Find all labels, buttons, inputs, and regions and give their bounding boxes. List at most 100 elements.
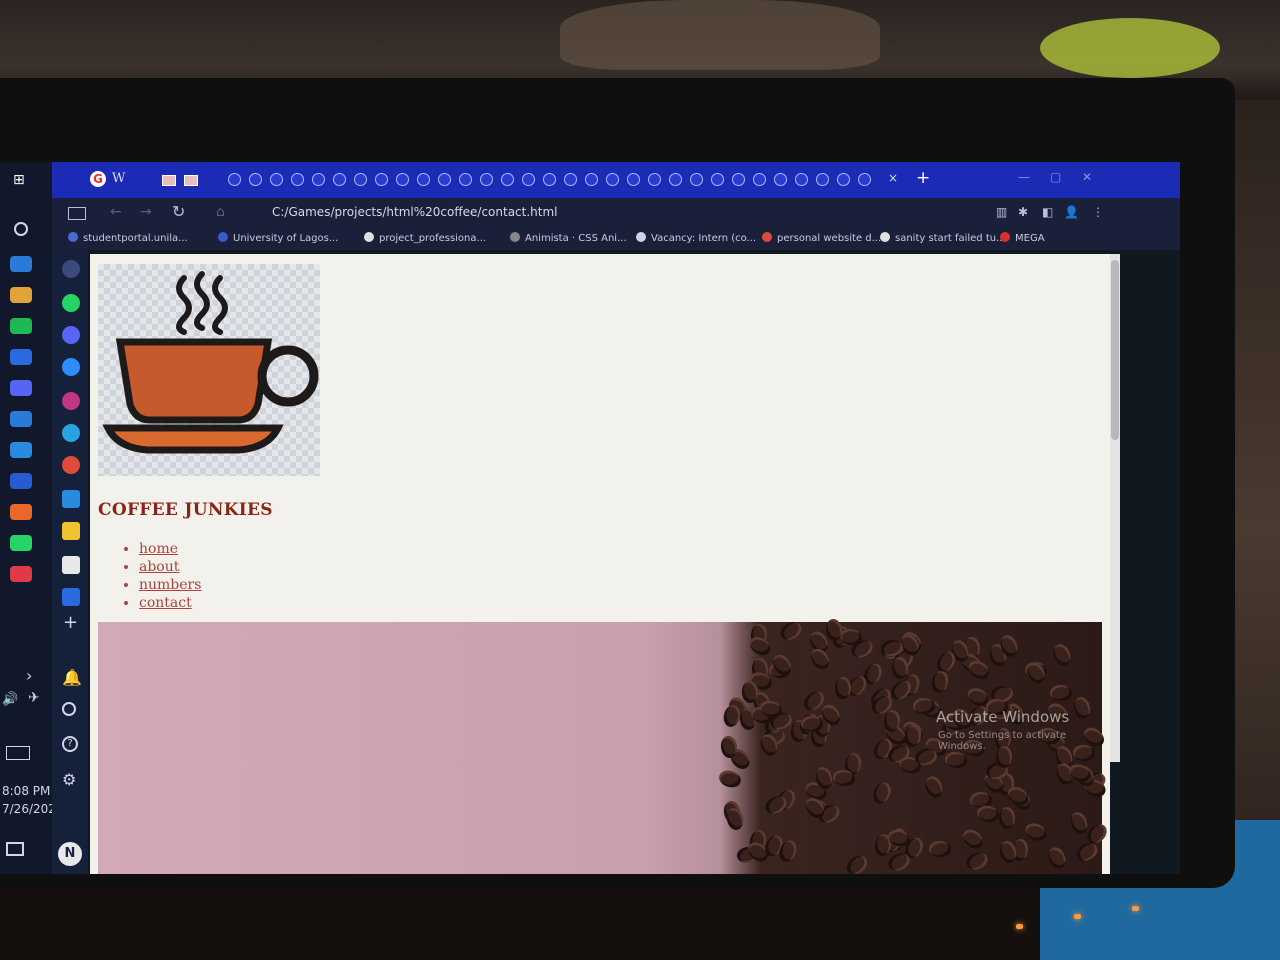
close-window-icon[interactable]: ✕ bbox=[1082, 170, 1092, 184]
chevron-up-icon[interactable]: › bbox=[26, 666, 32, 685]
back-icon[interactable]: ← bbox=[110, 204, 122, 220]
taskbar-app-vscode-icon[interactable] bbox=[10, 442, 32, 458]
taskbar-clock[interactable]: 8:08 PM bbox=[0, 784, 54, 798]
windows-start-icon[interactable]: ⊞ bbox=[13, 172, 29, 188]
tab-globe-icon[interactable] bbox=[396, 173, 409, 186]
tab-globe-icon[interactable] bbox=[753, 173, 766, 186]
tab-globe-icon[interactable] bbox=[417, 173, 430, 186]
telegram-icon[interactable] bbox=[62, 424, 80, 442]
tab-globe-icon[interactable] bbox=[732, 173, 745, 186]
tab-globe-icon[interactable] bbox=[648, 173, 661, 186]
taskbar-app-mail-icon[interactable] bbox=[10, 411, 32, 427]
instagram-icon[interactable] bbox=[62, 392, 80, 410]
reader-icon[interactable]: ▥ bbox=[996, 205, 1007, 219]
bookmark-item[interactable]: Animista · CSS Ani... bbox=[510, 232, 627, 244]
gmail-icon[interactable] bbox=[62, 456, 80, 474]
tab-globe-icon[interactable] bbox=[480, 173, 493, 186]
taskbar-app-app-s-icon[interactable] bbox=[10, 566, 32, 582]
add-app-icon[interactable]: + bbox=[63, 612, 78, 633]
sidebar-toggle-icon[interactable] bbox=[68, 207, 86, 220]
sidebar-icon[interactable]: ◧ bbox=[1042, 205, 1053, 219]
tab-globe-icon[interactable] bbox=[858, 173, 871, 186]
bookmark-item[interactable]: Vacancy: Intern (co... bbox=[636, 232, 756, 244]
tab-favicon[interactable] bbox=[184, 175, 198, 186]
tab-globe-icon[interactable] bbox=[543, 173, 556, 186]
tab-favicon[interactable] bbox=[162, 175, 176, 186]
tab-globe-icon[interactable] bbox=[774, 173, 787, 186]
tab-globe-icon[interactable] bbox=[711, 173, 724, 186]
bell-icon[interactable]: 🔔 bbox=[62, 668, 82, 687]
maximize-icon[interactable]: ▢ bbox=[1050, 170, 1061, 184]
tab-globe-icon[interactable] bbox=[312, 173, 325, 186]
tab-globe-icon[interactable] bbox=[522, 173, 535, 186]
taskbar-app-discord-icon[interactable] bbox=[10, 380, 32, 396]
scrollbar-thumb[interactable] bbox=[1111, 260, 1119, 440]
zoom-icon[interactable] bbox=[62, 358, 80, 376]
tab-globe-icon[interactable] bbox=[291, 173, 304, 186]
discord-icon[interactable] bbox=[62, 326, 80, 344]
page-scrollbar[interactable] bbox=[1110, 254, 1120, 762]
tab-close-icon[interactable]: × bbox=[888, 171, 898, 185]
tab-globe-icon[interactable] bbox=[816, 173, 829, 186]
tab-globe-icon[interactable] bbox=[669, 173, 682, 186]
tab-globe-icon[interactable] bbox=[270, 173, 283, 186]
tab-globe-icon[interactable] bbox=[690, 173, 703, 186]
tab-globe-icon[interactable] bbox=[249, 173, 262, 186]
drive-icon[interactable] bbox=[62, 522, 80, 540]
menu-icon[interactable]: ⋮ bbox=[1092, 205, 1104, 219]
notification-icon[interactable] bbox=[6, 842, 24, 856]
extensions-icon[interactable]: ✱ bbox=[1018, 205, 1028, 219]
volume-icon[interactable]: 🔊 bbox=[2, 692, 18, 707]
forward-icon[interactable]: → bbox=[140, 204, 152, 220]
home-icon[interactable]: ⌂ bbox=[216, 204, 225, 220]
bookmark-item[interactable]: MEGA bbox=[1000, 232, 1045, 244]
taskbar-app-todo-icon[interactable] bbox=[10, 349, 32, 365]
whatsapp-icon[interactable] bbox=[62, 294, 80, 312]
tab-globe-icon[interactable] bbox=[564, 173, 577, 186]
calendar-icon[interactable] bbox=[62, 490, 80, 508]
gear-icon[interactable]: ⚙ bbox=[62, 770, 76, 789]
bookmark-item[interactable]: personal website d... bbox=[762, 232, 881, 244]
keyboard-icon[interactable] bbox=[6, 746, 30, 760]
tab-globe-icon[interactable] bbox=[837, 173, 850, 186]
taskbar-app-edge-icon[interactable] bbox=[10, 256, 32, 272]
tab-globe-icon[interactable] bbox=[627, 173, 640, 186]
account-icon[interactable]: 👤 bbox=[1064, 205, 1079, 219]
tab-globe-icon[interactable] bbox=[585, 173, 598, 186]
profile-avatar[interactable]: N bbox=[58, 842, 82, 866]
bookmark-item[interactable]: University of Lagos... bbox=[218, 232, 338, 244]
search-icon[interactable] bbox=[62, 702, 76, 716]
nav-link-contact[interactable]: contact bbox=[139, 595, 192, 611]
google-tab-icon[interactable]: G bbox=[90, 171, 106, 187]
taskbar-app-firefox-icon[interactable] bbox=[10, 504, 32, 520]
taskbar-date[interactable]: 7/26/2022 bbox=[0, 802, 64, 816]
nav-link-home[interactable]: home bbox=[139, 541, 178, 557]
help-icon[interactable]: ? bbox=[62, 736, 78, 752]
taskbar-app-app-icon[interactable] bbox=[10, 473, 32, 489]
new-tab-button[interactable]: + bbox=[916, 168, 930, 188]
taskbar-app-whatsapp-icon[interactable] bbox=[10, 535, 32, 551]
bookmark-item[interactable]: sanity start failed tu... bbox=[880, 232, 1006, 244]
nav-link-numbers[interactable]: numbers bbox=[139, 577, 201, 593]
airplane-icon[interactable]: ✈ bbox=[28, 690, 40, 706]
tab-globe-icon[interactable] bbox=[228, 173, 241, 186]
tab-globe-icon[interactable] bbox=[606, 173, 619, 186]
bookmark-item[interactable]: project_professiona... bbox=[364, 232, 486, 244]
wikipedia-tab-icon[interactable]: W bbox=[112, 171, 125, 186]
bookmark-item[interactable]: studentportal.unila... bbox=[68, 232, 188, 244]
taskbar-app-spotify-icon[interactable] bbox=[10, 318, 32, 334]
reload-icon[interactable]: ↻ bbox=[172, 202, 185, 221]
taskbar-app-chrome-icon[interactable] bbox=[10, 287, 32, 303]
tab-globe-icon[interactable] bbox=[354, 173, 367, 186]
search-icon[interactable] bbox=[14, 222, 28, 236]
notion-icon[interactable] bbox=[62, 556, 80, 574]
tab-globe-icon[interactable] bbox=[795, 173, 808, 186]
tab-globe-icon[interactable] bbox=[459, 173, 472, 186]
minimize-icon[interactable]: — bbox=[1018, 170, 1030, 184]
address-bar-url[interactable]: C:/Games/projects/html%20coffee/contact.… bbox=[272, 205, 558, 219]
nav-link-about[interactable]: about bbox=[139, 559, 179, 575]
tab-globe-icon[interactable] bbox=[438, 173, 451, 186]
sidebar-app-icon[interactable] bbox=[62, 588, 80, 606]
sidebar-app-icon[interactable] bbox=[62, 260, 80, 278]
tab-globe-icon[interactable] bbox=[375, 173, 388, 186]
